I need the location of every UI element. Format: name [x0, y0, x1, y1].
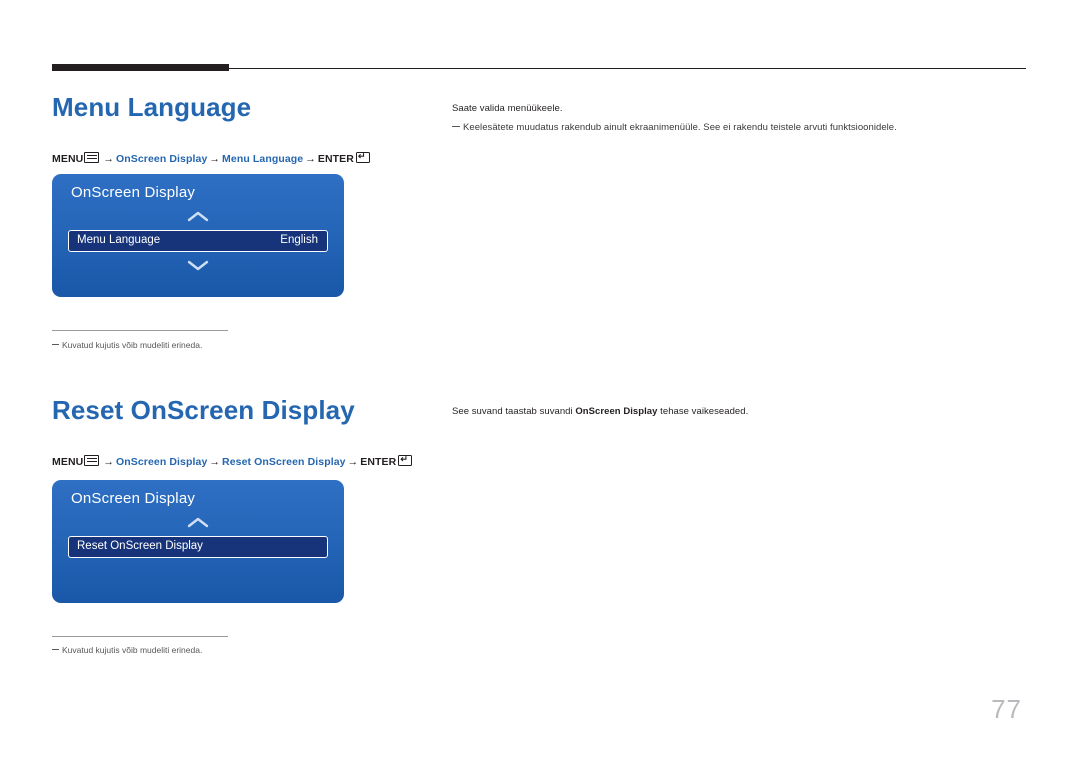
note-dash-icon	[52, 344, 59, 345]
page-number: 77	[991, 694, 1022, 724]
note-divider	[52, 330, 228, 331]
section-description: Saate valida menüükeele.	[452, 103, 563, 114]
note-dash-icon-2	[52, 649, 59, 650]
breadcrumb-arrow-5: →	[209, 456, 221, 468]
enter-icon-2	[398, 454, 413, 466]
page-title: Menu Language	[52, 92, 252, 122]
description-pre: See suvand taastab suvandi	[452, 406, 576, 417]
section-description-2: See suvand taastab suvandi OnScreen Disp…	[452, 406, 748, 417]
breadcrumb-arrow-4: →	[103, 456, 114, 468]
osd-row-value: English	[280, 234, 318, 246]
osd-panel: OnScreen Display Menu Language English	[52, 174, 344, 297]
section-subnote-text: Keelesätete muudatus rakendub ainult ekr…	[463, 122, 897, 133]
breadcrumb: MENU → OnScreen Display → Menu Language → ENTE…	[52, 151, 370, 165]
breadcrumb-step-2: Menu Language	[222, 153, 304, 165]
breadcrumb-step-4: Reset OnScreen Display	[222, 456, 346, 468]
description-post: tehase vaikeseaded.	[657, 406, 749, 417]
osd-panel-2: OnScreen Display Reset OnScreen Display	[52, 480, 344, 603]
figure-note: Kuvatud kujutis võib mudeliti erineda.	[52, 340, 202, 350]
figure-note-2: Kuvatud kujutis võib mudeliti erineda.	[52, 645, 202, 655]
breadcrumb-enter-label: ENTER	[317, 153, 354, 165]
osd-panel-title: OnScreen Display	[71, 184, 196, 201]
breadcrumb-menu-label-2: MENU	[52, 456, 84, 468]
breadcrumb-menu-label: MENU	[52, 153, 84, 165]
breadcrumb-arrow-1: →	[103, 153, 114, 165]
breadcrumb-arrow-2: →	[209, 153, 221, 165]
figure-note-text: Kuvatud kujutis võib mudeliti erineda.	[62, 340, 203, 350]
osd-panel-title-2: OnScreen Display	[71, 490, 196, 507]
osd-row-label: Menu Language	[77, 234, 161, 246]
chevron-down-icon[interactable]	[52, 260, 344, 273]
breadcrumb-step-1: OnScreen Display	[115, 153, 208, 165]
breadcrumb-2: MENU → OnScreen Display → Reset OnScreen Dis…	[52, 454, 413, 468]
menu-icon	[84, 152, 100, 163]
section-subnote: Keelesätete muudatus rakendub ainult ekr…	[452, 122, 897, 133]
breadcrumb-arrow-3: →	[305, 153, 316, 165]
menu-icon-2	[84, 455, 100, 466]
chevron-up-icon-2[interactable]	[52, 517, 344, 530]
figure-note-text-2: Kuvatud kujutis võib mudeliti erineda.	[62, 645, 203, 655]
note-divider-2	[52, 636, 228, 637]
breadcrumb-step-3: OnScreen Display	[115, 456, 208, 468]
osd-row-label-2: Reset OnScreen Display	[77, 540, 203, 552]
subnote-dash-icon	[452, 126, 460, 127]
osd-row-reset-onscreen-display[interactable]: Reset OnScreen Display	[68, 536, 328, 558]
enter-icon	[355, 151, 370, 163]
breadcrumb-enter-label-2: ENTER	[360, 456, 397, 468]
chevron-up-icon[interactable]	[52, 211, 344, 224]
osd-row-menu-language[interactable]: Menu Language English	[68, 230, 328, 252]
breadcrumb-arrow-6: →	[347, 456, 359, 468]
page-title-2: Reset OnScreen Display	[52, 395, 355, 425]
header-rule-accent	[52, 64, 229, 71]
description-bold: OnScreen Display	[575, 406, 658, 417]
